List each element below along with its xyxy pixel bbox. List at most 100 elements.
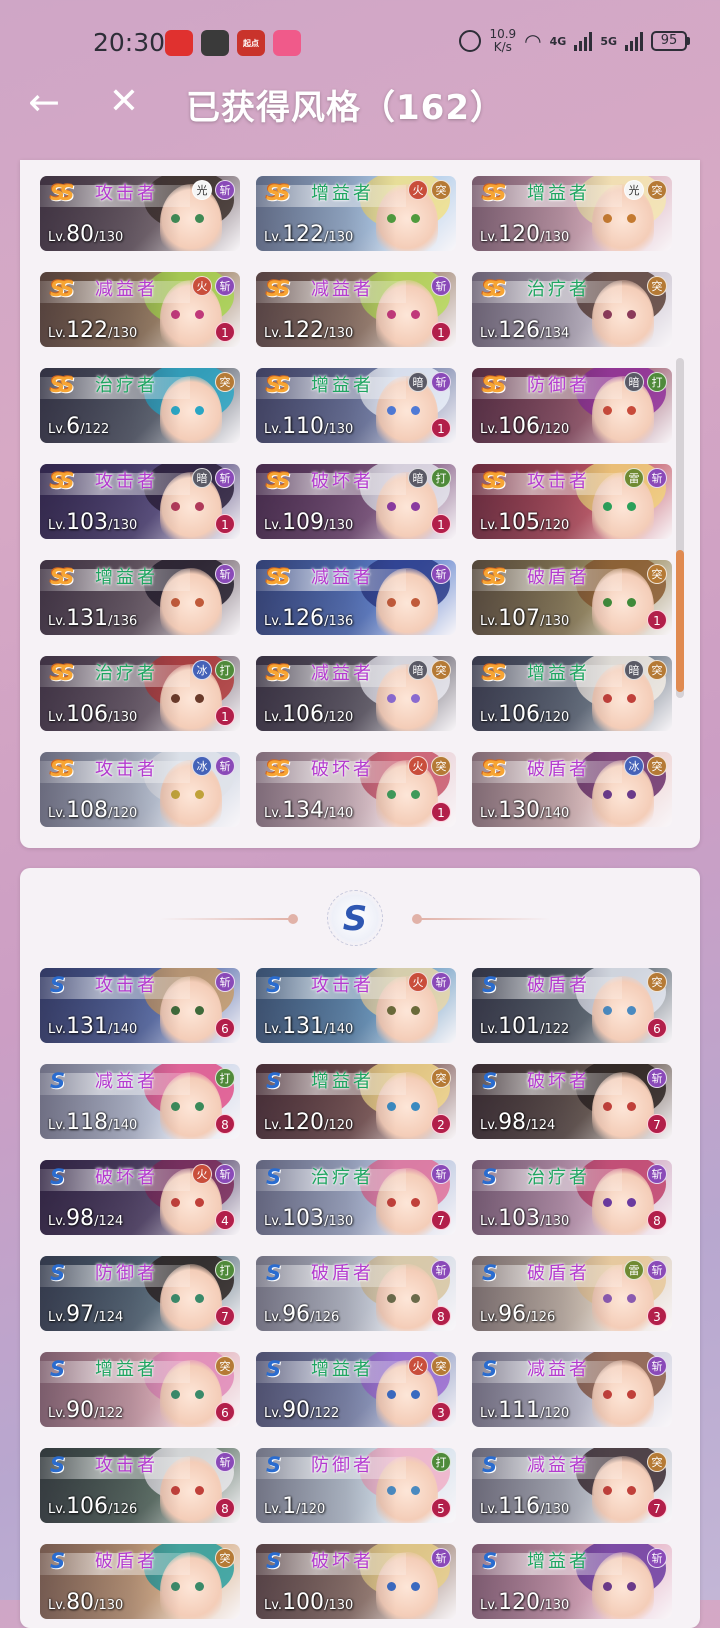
style-card[interactable]: S 破盾者 斩 Lv.96/126 8 [256, 1256, 456, 1331]
role-label: 减益者 [311, 279, 374, 300]
rank-badge: SS [50, 757, 74, 781]
style-card[interactable]: S 减益者 打 Lv.118/140 8 [40, 1064, 240, 1139]
style-card[interactable]: SS 治疗者 突 Lv.126/134 [472, 272, 672, 347]
style-card[interactable]: SS 破坏者 暗打 Lv.109/130 1 [256, 464, 456, 539]
current-level: 103 [282, 1206, 325, 1231]
style-card[interactable]: SS 增益者 斩 Lv.131/136 [40, 560, 240, 635]
max-level: /130 [94, 230, 124, 245]
role-label: 治疗者 [95, 375, 158, 396]
current-level: 97 [66, 1302, 95, 1327]
scrollbar[interactable] [676, 358, 684, 698]
style-card[interactable]: SS 破坏者 火突 Lv.134/140 1 [256, 752, 456, 827]
role-label: 增益者 [95, 1359, 158, 1380]
attribute-badges: 突 [647, 276, 667, 296]
style-card[interactable]: S 减益者 突 Lv.116/130 7 [472, 1448, 672, 1523]
attribute-badge: 火 [192, 276, 212, 296]
style-card[interactable]: S 破坏者 斩 Lv.100/130 [256, 1544, 456, 1619]
s-style-grid: S 攻击者斩 Lv.131/140 6 S 攻击者火斩 Lv.131/140 S 破盾者突 Lv.… [40, 968, 672, 1619]
style-card[interactable]: SS 攻击者 雷斩 Lv.105/120 [472, 464, 672, 539]
style-card[interactable]: S 攻击者 火斩 Lv.131/140 [256, 968, 456, 1043]
max-level: /130 [324, 518, 354, 533]
attribute-badges: 暗斩 [408, 372, 451, 392]
style-card[interactable]: S 破盾者 突 Lv.101/122 6 [472, 968, 672, 1043]
style-card[interactable]: SS 减益者 火斩 Lv.122/130 1 [40, 272, 240, 347]
attribute-badge: 打 [215, 1068, 235, 1088]
max-level: /120 [324, 710, 354, 725]
current-level: 130 [498, 798, 541, 823]
role-label: 增益者 [311, 183, 374, 204]
signal-bars-icon [574, 31, 593, 51]
limit-break-count: 8 [215, 1114, 235, 1134]
style-card[interactable]: S 增益者 斩 Lv.120/130 [472, 1544, 672, 1619]
level-label: Lv.103/130 [48, 510, 138, 535]
attribute-badge: 打 [647, 372, 667, 392]
max-level: /130 [540, 614, 570, 629]
back-arrow-icon[interactable]: ← [24, 82, 64, 122]
attribute-badges: 打 [215, 1068, 235, 1088]
style-card[interactable]: SS 增益者 暗斩 Lv.110/130 1 [256, 368, 456, 443]
style-card[interactable]: S 破盾者 雷斩 Lv.96/126 3 [472, 1256, 672, 1331]
style-card[interactable]: S 防御者 打 Lv.1/120 5 [256, 1448, 456, 1523]
style-card[interactable]: SS 治疗者 突 Lv.6/122 [40, 368, 240, 443]
current-level: 120 [282, 1110, 325, 1135]
network-speed-unit: K/s [493, 40, 512, 54]
style-card[interactable]: SS 增益者 光突 Lv.120/130 [472, 176, 672, 251]
style-card[interactable]: S 破坏者 火斩 Lv.98/124 4 [40, 1160, 240, 1235]
style-card[interactable]: SS 防御者 暗打 Lv.106/120 [472, 368, 672, 443]
current-level: 105 [498, 510, 541, 535]
attribute-badges: 光斩 [192, 180, 235, 200]
role-label: 减益者 [95, 1071, 158, 1092]
role-label: 攻击者 [95, 759, 158, 780]
style-card[interactable]: SS 减益者 暗突 Lv.106/120 [256, 656, 456, 731]
style-card[interactable]: S 攻击者 斩 Lv.106/126 8 [40, 1448, 240, 1523]
max-level: /130 [94, 1598, 124, 1613]
style-card[interactable]: SS 减益者 斩 Lv.122/130 1 [256, 272, 456, 347]
attribute-badges: 斩 [215, 1452, 235, 1472]
qidian-app-icon: 起点 [237, 30, 265, 56]
battery-level: 95 [651, 31, 687, 51]
current-level: 100 [282, 1590, 325, 1615]
attribute-badges: 暗打 [408, 468, 451, 488]
attribute-badges: 光突 [624, 180, 667, 200]
style-card[interactable]: SS 攻击者 光斩 Lv.80/130 [40, 176, 240, 251]
style-card[interactable]: SS 治疗者 冰打 Lv.106/130 1 [40, 656, 240, 731]
style-card[interactable]: SS 减益者 斩 Lv.126/136 [256, 560, 456, 635]
current-level: 106 [66, 1494, 109, 1519]
attribute-badges: 暗斩 [192, 468, 235, 488]
style-card[interactable]: S 治疗者 斩 Lv.103/130 7 [256, 1160, 456, 1235]
style-card[interactable]: S 破坏者 斩 Lv.98/124 7 [472, 1064, 672, 1139]
style-card[interactable]: S 破盾者 突 Lv.80/130 [40, 1544, 240, 1619]
close-icon[interactable]: ✕ [104, 82, 144, 122]
style-card[interactable]: SS 增益者 火突 Lv.122/130 [256, 176, 456, 251]
style-card[interactable]: SS 增益者 暗突 Lv.106/120 [472, 656, 672, 731]
style-card[interactable]: S 增益者 突 Lv.90/122 6 [40, 1352, 240, 1427]
limit-break-count: 7 [431, 1210, 451, 1230]
style-card[interactable]: S 减益者 斩 Lv.111/120 [472, 1352, 672, 1427]
level-label: Lv.100/130 [264, 1590, 354, 1615]
attribute-badges: 暗突 [624, 660, 667, 680]
rank-badge: SS [482, 277, 506, 301]
style-card[interactable]: S 攻击者 斩 Lv.131/140 6 [40, 968, 240, 1043]
attribute-badges: 斩 [647, 1548, 667, 1568]
style-card[interactable]: S 治疗者 斩 Lv.103/130 8 [472, 1160, 672, 1235]
style-card[interactable]: S 防御者 打 Lv.97/124 7 [40, 1256, 240, 1331]
rank-badge: SS [482, 373, 506, 397]
scrollbar-thumb[interactable] [676, 550, 684, 692]
attribute-badge: 斩 [647, 1068, 667, 1088]
level-label: Lv.120/130 [480, 1590, 570, 1615]
attribute-badge: 打 [215, 660, 235, 680]
rank-badge: SS [50, 373, 74, 397]
network-speed: 10.9 K/s [489, 28, 516, 54]
level-label: Lv.109/130 [264, 510, 354, 535]
style-card[interactable]: SS 破盾者 突 Lv.107/130 1 [472, 560, 672, 635]
style-card[interactable]: S 增益者 火突 Lv.90/122 3 [256, 1352, 456, 1427]
attribute-badges: 突 [215, 372, 235, 392]
style-card[interactable]: SS 攻击者 暗斩 Lv.103/130 1 [40, 464, 240, 539]
level-label: Lv.131/136 [48, 606, 138, 631]
rank-badge: S [266, 1165, 281, 1189]
style-card[interactable]: SS 破盾者 冰突 Lv.130/140 [472, 752, 672, 827]
style-card[interactable]: SS 攻击者 冰斩 Lv.108/120 [40, 752, 240, 827]
attribute-badge: 斩 [647, 1356, 667, 1376]
attribute-badges: 打 [215, 1260, 235, 1280]
style-card[interactable]: S 增益者 突 Lv.120/120 2 [256, 1064, 456, 1139]
